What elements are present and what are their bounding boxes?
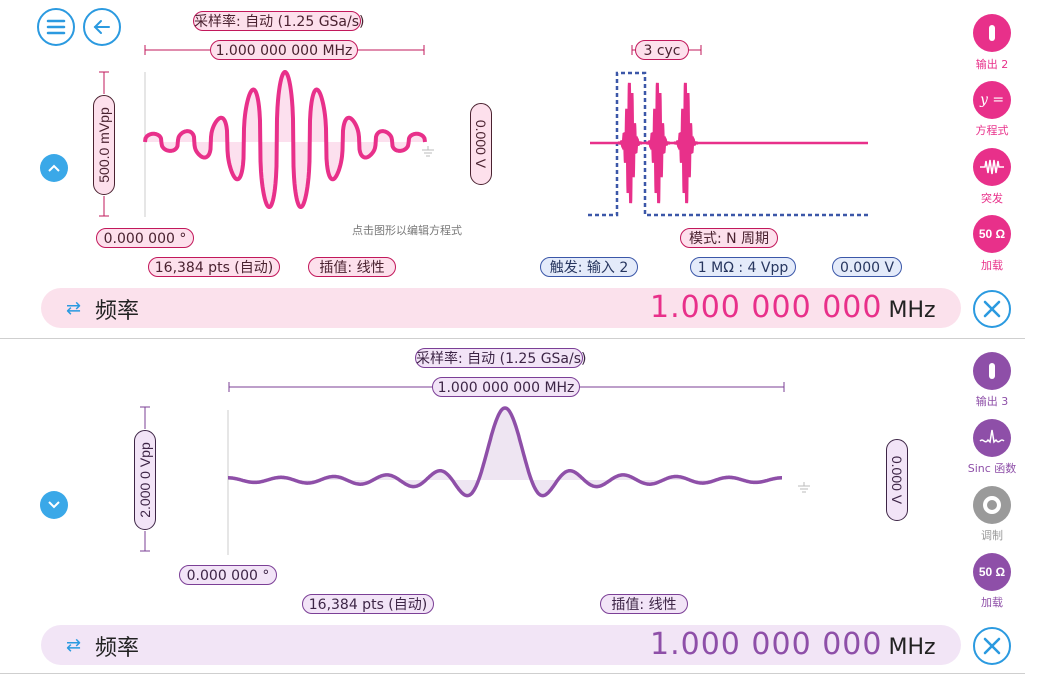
burst-cycle-2: [645, 82, 671, 204]
ch2-modulation-button[interactable]: [973, 486, 1011, 524]
ch1-equation-label: 方程式: [975, 124, 1009, 137]
ch1-param-value[interactable]: 1.000 000 000 MHz: [650, 290, 936, 325]
edit-equation-hint: 点击图形以编辑方程式: [352, 224, 462, 237]
ch1-amp-scale: [99, 71, 109, 217]
ch1-trigger-level[interactable]: 0.000 V: [832, 257, 902, 277]
ch1-settings-button[interactable]: [973, 290, 1011, 328]
menu-button[interactable]: [37, 8, 75, 46]
chevron-down-icon: [48, 501, 60, 509]
channel-divider: [0, 338, 1025, 339]
ch1-wave-fill: [145, 72, 425, 207]
ch1-trigger-source[interactable]: 触发: 输入 2: [540, 257, 638, 277]
ch2-points[interactable]: 16,384 pts (自动): [302, 594, 434, 614]
sinc-icon: [979, 429, 1005, 444]
wrench-screwdriver-icon: [983, 300, 1001, 318]
ch1-sample-rate[interactable]: 采样率: 自动 (1.25 GSa/s): [193, 11, 365, 31]
ch1-swap-icon[interactable]: ⇄: [66, 298, 81, 319]
back-arrow-icon: [93, 20, 110, 34]
ch2-phase[interactable]: 0.000 000 °: [179, 565, 277, 585]
ch1-impedance[interactable]: 1 MΩ : 4 Vpp: [690, 257, 796, 277]
ch1-load-button[interactable]: 50 Ω: [973, 215, 1011, 253]
wrench-screwdriver-icon: [983, 637, 1001, 655]
ch1-param-name: 频率: [95, 299, 140, 324]
ch2-output-button[interactable]: [973, 352, 1011, 390]
ground-icon: [798, 482, 810, 493]
ch2-settings-button[interactable]: [973, 627, 1011, 665]
ch2-modulation-label: 调制: [981, 529, 1003, 542]
ch2-param-name: 频率: [95, 636, 140, 661]
ch1-burst-preview[interactable]: [585, 65, 875, 225]
ch1-burst-cycles[interactable]: 3 cyc: [635, 40, 689, 60]
ch1-load-label: 加载: [981, 259, 1003, 272]
output-icon: [989, 363, 995, 379]
ch1-output-label: 输出 2: [975, 58, 1009, 71]
modulation-icon: [983, 496, 1001, 514]
ch1-collapse-button[interactable]: [40, 154, 68, 182]
ch2-offset[interactable]: 0.000 V: [886, 439, 908, 521]
ch1-burst-mode[interactable]: 模式: N 周期: [680, 228, 778, 248]
ch1-burst-label: 突发: [981, 192, 1003, 205]
ch2-sinc-label: Sinc 函数: [967, 462, 1017, 475]
bottom-divider: [0, 673, 1025, 674]
ch2-freq-span[interactable]: 1.000 000 000 MHz: [432, 377, 580, 397]
ch1-freq-span[interactable]: 1.000 000 000 MHz: [210, 40, 358, 60]
ch1-equation-button[interactable]: y =: [973, 81, 1011, 119]
ch2-waveform[interactable]: [222, 400, 822, 560]
ch2-output-label: 输出 3: [975, 395, 1009, 408]
chevron-up-icon: [48, 164, 60, 172]
ch2-amp-scale: [140, 406, 150, 552]
ch1-offset[interactable]: 0.000 V: [470, 103, 492, 185]
menu-icon: [46, 19, 66, 35]
load-icon: 50 Ω: [978, 227, 1006, 241]
ch2-swap-icon[interactable]: ⇄: [66, 635, 81, 656]
ch2-expand-button[interactable]: [40, 491, 68, 519]
equation-icon: y =: [979, 92, 1005, 108]
ch2-param-value[interactable]: 1.000 000 000 MHz: [650, 627, 936, 662]
burst-icon: [980, 159, 1004, 175]
ch2-load-button[interactable]: 50 Ω: [973, 553, 1011, 591]
ch2-interp[interactable]: 插值: 线性: [600, 594, 688, 614]
ch2-sinc-button[interactable]: [973, 419, 1011, 457]
ch1-output-button[interactable]: [973, 14, 1011, 52]
ch1-phase[interactable]: 0.000 000 °: [96, 228, 194, 248]
burst-cycle-3: [673, 82, 699, 204]
ch1-waveform[interactable]: [140, 62, 440, 222]
ch1-burst-button[interactable]: [973, 148, 1011, 186]
ch1-interp[interactable]: 插值: 线性: [308, 257, 396, 277]
ch1-points[interactable]: 16,384 pts (自动): [148, 257, 280, 277]
output-icon: [989, 25, 995, 41]
load-icon: 50 Ω: [978, 565, 1006, 579]
burst-cycle-1: [617, 82, 643, 204]
ch2-sample-rate[interactable]: 采样率: 自动 (1.25 GSa/s): [415, 348, 587, 368]
ch2-load-label: 加载: [981, 596, 1003, 609]
back-button[interactable]: [83, 8, 121, 46]
ground-icon: [422, 146, 434, 157]
